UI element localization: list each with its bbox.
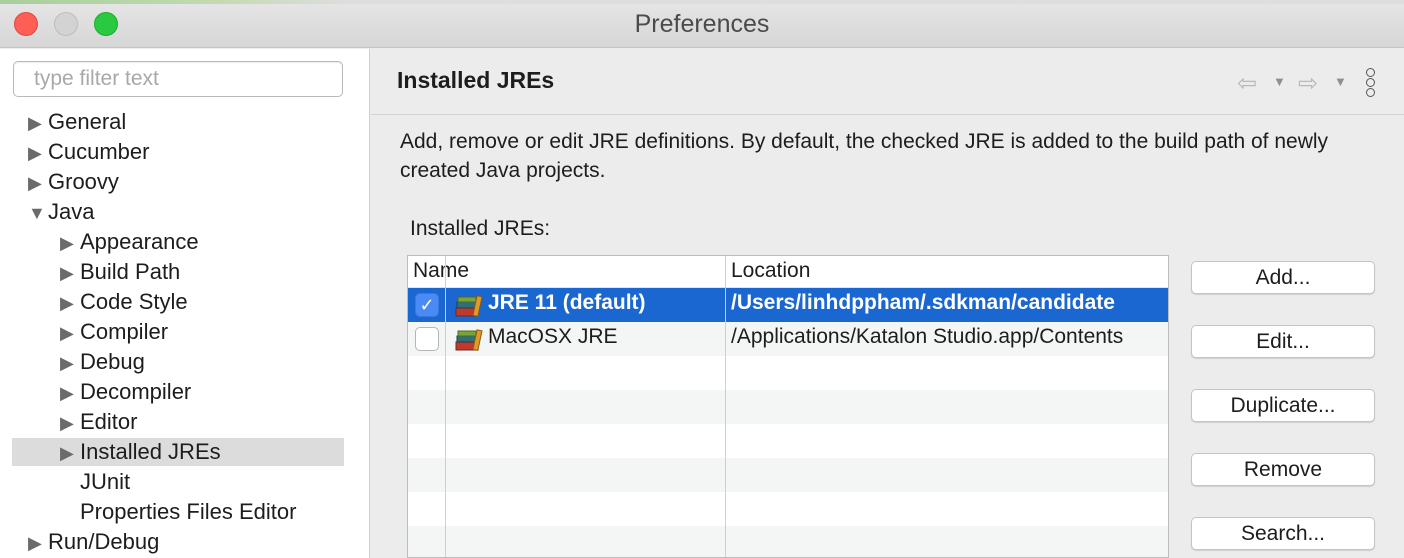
tree-item-appearance[interactable]: ▶ Appearance (60, 227, 199, 257)
table-row[interactable]: MacOSX JRE /Applications/Katalon Studio.… (408, 322, 1168, 356)
tree-item-label: Installed JREs (80, 439, 221, 464)
preference-page: Installed JREs ⇦ ▼ ⇨ ▼ Add, remove or ed… (371, 49, 1404, 558)
column-divider (445, 256, 446, 557)
empty-table-row (408, 390, 1168, 424)
jre-location-cell: /Users/linhdppham/.sdkman/candidate (731, 291, 1115, 314)
forward-arrow-icon[interactable]: ⇨ (1298, 69, 1318, 98)
tree-item-label: JUnit (80, 469, 131, 494)
tree-item-java[interactable]: ▼Java (28, 197, 94, 227)
empty-table-row (408, 526, 1168, 557)
filter-field[interactable] (13, 61, 343, 97)
forward-history-dropdown-icon[interactable]: ▼ (1334, 74, 1347, 89)
tree-item-label: Editor (80, 409, 138, 434)
search-jre-button[interactable]: Search... (1191, 517, 1375, 550)
tree-item-run-debug[interactable]: ▶ Run/Debug (28, 527, 159, 557)
back-arrow-icon[interactable]: ⇦ (1237, 69, 1257, 98)
tree-item-label: Build Path (80, 259, 181, 284)
jre-table[interactable]: Name Location ✓ JRE 11 (default) /Users/… (407, 255, 1169, 558)
preferences-window: Preferences ▶General ▶Cucumber ▶Groovy ▼… (0, 0, 1404, 558)
tree-item-label: Groovy (48, 169, 119, 194)
empty-table-row (408, 492, 1168, 526)
tree-item-decompiler[interactable]: ▶ Decompiler (60, 377, 191, 407)
tree-item-label: Appearance (80, 229, 199, 254)
expand-triangle-icon[interactable]: ▶ (60, 288, 76, 318)
remove-jre-button[interactable]: Remove (1191, 453, 1375, 486)
empty-table-row (408, 458, 1168, 492)
tree-item-code-style[interactable]: ▶ Code Style (60, 287, 188, 317)
library-books-icon (455, 329, 483, 351)
tree-item-editor[interactable]: ▶ Editor (60, 407, 137, 437)
add-jre-button[interactable]: Add... (1191, 261, 1375, 294)
tree-item-label: Debug (80, 349, 145, 374)
tree-item-junit[interactable]: JUnit (80, 467, 130, 497)
jre-list-label: Installed JREs: (410, 217, 551, 240)
page-header: Installed JREs ⇦ ▼ ⇨ ▼ (371, 49, 1404, 115)
collapse-triangle-icon[interactable]: ▼ (28, 198, 46, 228)
preferences-tree-panel: ▶General ▶Cucumber ▶Groovy ▼Java ▶Appear… (0, 49, 370, 558)
tree-item-debug[interactable]: ▶ Debug (60, 347, 145, 377)
tree-item-label: Run/Debug (48, 529, 160, 554)
column-divider[interactable] (725, 256, 726, 557)
page-description: Add, remove or edit JRE definitions. By … (400, 130, 1329, 182)
empty-table-row (408, 356, 1168, 390)
tree-item-label: Compiler (80, 319, 169, 344)
tree-item-groovy[interactable]: ▶ Groovy (28, 167, 119, 197)
expand-triangle-icon[interactable]: ▶ (60, 378, 76, 408)
tree-item-label: Java (48, 199, 95, 224)
page-title: Installed JREs (397, 67, 555, 93)
tree-item-installed-jres[interactable]: ▶ Installed JREs (60, 437, 221, 467)
default-jre-checkbox[interactable]: ✓ (415, 293, 439, 317)
tree-item-build-path[interactable]: ▶ Build Path (60, 257, 180, 287)
window-title: Preferences (634, 10, 770, 38)
edit-jre-button[interactable]: Edit... (1191, 325, 1375, 358)
tree-item-label: Cucumber (48, 139, 150, 164)
expand-triangle-icon[interactable]: ▶ (28, 168, 44, 198)
column-header-name[interactable]: Name (413, 259, 469, 283)
expand-triangle-icon[interactable]: ▶ (60, 258, 76, 288)
back-history-dropdown-icon[interactable]: ▼ (1273, 74, 1286, 89)
expand-triangle-icon[interactable]: ▶ (28, 528, 44, 558)
expand-triangle-icon[interactable]: ▶ (60, 228, 76, 258)
expand-triangle-icon[interactable]: ▶ (60, 408, 76, 438)
column-header-location[interactable]: Location (731, 259, 810, 283)
filter-input[interactable] (14, 62, 342, 96)
expand-triangle-icon[interactable]: ▶ (28, 108, 44, 138)
title-bar: Preferences (0, 0, 1404, 48)
tree-item-label: General (48, 109, 127, 134)
tree-item-label: Decompiler (80, 379, 192, 404)
tree-item-properties-files-editor[interactable]: Properties Files Editor (80, 497, 296, 527)
tree-item-label: Properties Files Editor (80, 499, 297, 524)
expand-triangle-icon[interactable]: ▶ (28, 138, 44, 168)
expand-triangle-icon[interactable]: ▶ (60, 348, 76, 378)
jre-name-cell: JRE 11 (default) (488, 291, 646, 314)
tree-item-cucumber[interactable]: ▶ Cucumber (28, 137, 149, 167)
library-books-icon (455, 295, 483, 317)
duplicate-jre-button[interactable]: Duplicate... (1191, 389, 1375, 422)
default-jre-checkbox[interactable] (415, 327, 439, 351)
background-strip (0, 0, 1404, 4)
tree-item-compiler[interactable]: ▶ Compiler (60, 317, 168, 347)
table-header: Name Location (408, 256, 1168, 288)
tree-item-general[interactable]: ▶ General (28, 107, 126, 137)
jre-location-cell: /Applications/Katalon Studio.app/Content… (731, 325, 1124, 348)
empty-table-row (408, 424, 1168, 458)
more-vertical-icon[interactable] (1366, 68, 1380, 98)
tree-item-label: Code Style (80, 289, 188, 314)
table-row[interactable]: ✓ JRE 11 (default) /Users/linhdppham/.sd… (408, 288, 1168, 322)
expand-triangle-icon[interactable]: ▶ (60, 318, 76, 348)
jre-name-cell: MacOSX JRE (488, 325, 618, 348)
expand-triangle-icon[interactable]: ▶ (60, 438, 76, 468)
